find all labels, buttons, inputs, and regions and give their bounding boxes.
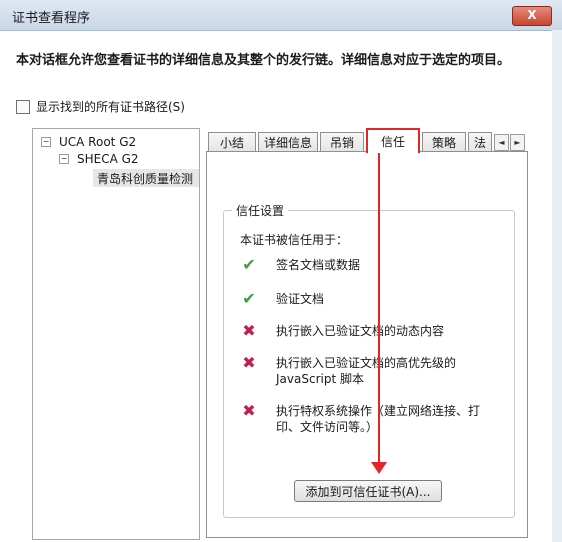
tab-revocation[interactable]: 吊销 (320, 132, 364, 152)
tab-scroll-left-icon[interactable]: ◄ (494, 134, 509, 151)
trust-item-javascript: ✖ 执行嵌入已验证文档的高优先级的JavaScript 脚本 (238, 355, 472, 387)
show-all-paths-label: 显示找到的所有证书路径(S) (36, 100, 185, 114)
window-edge (552, 30, 562, 542)
tab-strip: 小结 详细信息 吊销 信任 策略 法 ◄ ► (206, 128, 528, 153)
trust-item-sign: ✔ 签名文档或数据 (238, 257, 360, 273)
collapse-icon[interactable]: − (59, 154, 69, 164)
annotation-arrow-head (371, 462, 387, 474)
tree-item-selected-cert[interactable]: 青岛科创质量检测 (93, 169, 199, 187)
annotation-arrow-line (378, 152, 380, 464)
cross-icon: ✖ (242, 401, 256, 420)
check-icon: ✔ (242, 289, 256, 308)
tree-item-label: UCA Root G2 (59, 135, 137, 149)
trusted-for-label: 本证书被信任用于： (240, 233, 349, 247)
tree-item-uca-root-g2[interactable]: − UCA Root G2 (41, 135, 136, 149)
tree-item-sheca-g2[interactable]: − SHECA G2 (59, 152, 139, 166)
trust-item-text: 执行嵌入已验证文档的高优先级的JavaScript 脚本 (276, 356, 457, 386)
tab-scroll-right-icon[interactable]: ► (510, 134, 525, 151)
trust-item-privileged: ✖ 执行特权系统操作（建立网络连接、打印、文件访问等。） (238, 403, 492, 435)
window-title: 证书查看程序 (12, 11, 91, 26)
tree-item-label: SHECA G2 (77, 152, 139, 166)
trust-item-verify: ✔ 验证文档 (238, 291, 324, 307)
trust-settings-title: 信任设置 (232, 202, 289, 219)
tab-policy[interactable]: 策略 (422, 132, 466, 152)
show-all-paths-checkbox[interactable] (16, 99, 30, 114)
tree-item-label: 青岛科创质量检测 (97, 171, 194, 186)
trust-item-text: 验证文档 (276, 292, 325, 306)
check-icon: ✔ (242, 255, 256, 274)
trust-item-text: 执行特权系统操作（建立网络连接、打印、文件访问等。） (276, 404, 481, 434)
cross-icon: ✖ (242, 321, 256, 340)
collapse-icon[interactable]: − (41, 137, 51, 147)
certificate-chain-tree[interactable]: − UCA Root G2 − SHECA G2 青岛科创质量检测 (32, 128, 200, 540)
cross-icon: ✖ (242, 353, 256, 372)
tab-trust[interactable]: 信任 (366, 128, 420, 153)
trust-item-text: 执行嵌入已验证文档的动态内容 (276, 324, 445, 338)
tab-summary[interactable]: 小结 (208, 132, 256, 152)
tab-legal[interactable]: 法 (468, 132, 492, 152)
trust-item-text: 签名文档或数据 (276, 258, 361, 272)
title-bar: 证书查看程序 X (0, 0, 562, 31)
details-tabs: 小结 详细信息 吊销 信任 策略 法 ◄ ► 信任设置 本证书被信任用于： ✔ … (206, 128, 528, 538)
close-button[interactable]: X (512, 6, 552, 26)
trust-settings-group: 信任设置 本证书被信任用于： ✔ 签名文档或数据 ✔ 验证文档 ✖ 执行嵌入已验… (223, 202, 515, 518)
tab-details[interactable]: 详细信息 (258, 132, 318, 152)
trust-item-dynamic-content: ✖ 执行嵌入已验证文档的动态内容 (238, 323, 444, 339)
add-trusted-certificate-button[interactable]: 添加到可信任证书(A)... (294, 480, 442, 502)
intro-text: 本对话框允许您查看证书的详细信息及其整个的发行链。详细信息对应于选定的项目。 (16, 53, 511, 68)
show-all-paths-option[interactable]: 显示找到的所有证书路径(S) (16, 98, 185, 115)
